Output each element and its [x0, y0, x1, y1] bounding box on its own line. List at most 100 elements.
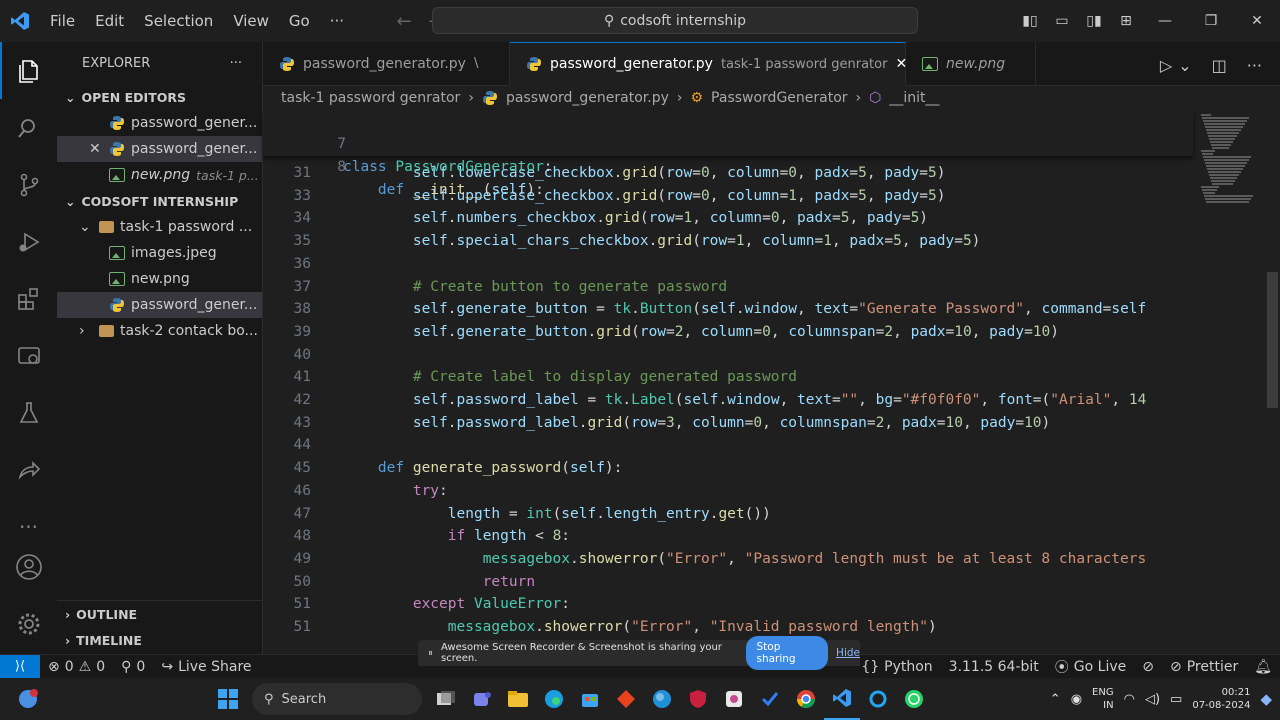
live-share-icon[interactable] — [0, 441, 57, 498]
open-editor-item-active[interactable]: ✕ password_gener... — [57, 136, 262, 162]
edge-dev-icon[interactable] — [644, 678, 680, 720]
python-interpreter[interactable]: 3.11.5 64-bit — [941, 659, 1047, 675]
live-share-button[interactable]: ↪ Live Share — [153, 659, 259, 675]
folder-item[interactable]: ⌄ task-1 password ... — [57, 214, 262, 240]
code-line[interactable]: 39 self.generate_button.grid(row=2, colu… — [263, 321, 1193, 344]
tab-password-generator-active[interactable]: password_generator.py task-1 password ge… — [510, 41, 907, 86]
editor-scrollbar[interactable] — [1265, 110, 1280, 654]
command-center-search[interactable]: ⚲ codsoft internship — [432, 7, 918, 34]
volume-icon[interactable]: ◁) — [1145, 692, 1160, 707]
explorer-more-icon[interactable]: ··· — [230, 56, 242, 71]
problems-indicator[interactable]: ⊗ 0 ⚠ 0 — [40, 659, 113, 675]
code-line[interactable]: 49 messagebox.showerror("Error", "Passwo… — [263, 548, 1193, 571]
sticky-line[interactable]: 8 def __init__(self): — [263, 133, 1193, 198]
extensions-icon[interactable] — [0, 270, 57, 327]
ports-indicator[interactable]: ⚲ 0 — [113, 659, 153, 675]
code-line[interactable]: 44 — [263, 434, 1193, 457]
copilot-icon[interactable]: ⊘ — [1134, 659, 1162, 675]
split-editor-icon[interactable]: ◫ — [1212, 56, 1227, 75]
timeline-section[interactable]: › TIMELINE — [57, 627, 263, 653]
app-shield-icon[interactable] — [680, 678, 716, 720]
run-python-icon[interactable]: ▷ — [1160, 56, 1172, 75]
menu-more[interactable]: ··· — [320, 0, 354, 42]
menu-view[interactable]: View — [223, 0, 279, 42]
outline-section[interactable]: › OUTLINE — [57, 601, 263, 627]
code-line[interactable]: 38 self.generate_button = tk.Button(self… — [263, 298, 1193, 321]
toggle-panel-icon[interactable]: ▭ — [1046, 13, 1078, 29]
breadcrumb-folder[interactable]: task-1 password genrator — [281, 90, 460, 106]
chrome-icon[interactable] — [788, 678, 824, 720]
remote-indicator-icon[interactable]: ⟩⟨ — [0, 654, 40, 679]
maximize-icon[interactable]: ❐ — [1188, 13, 1234, 29]
weather-widget-icon[interactable] — [0, 678, 56, 720]
code-line[interactable]: 37 # Create button to generate password — [263, 276, 1193, 299]
explorer-icon[interactable] — [0, 42, 57, 99]
tray-app-icon[interactable]: ◉ — [1071, 692, 1082, 707]
clock[interactable]: 00:21 07-08-2024 — [1192, 686, 1250, 712]
menu-file[interactable]: File — [40, 0, 85, 42]
battery-icon[interactable]: ▭ — [1170, 692, 1182, 707]
minimap[interactable] — [1193, 110, 1265, 654]
menu-edit[interactable]: Edit — [85, 0, 134, 42]
sticky-line[interactable]: 7 class PasswordGenerator: — [263, 110, 1193, 175]
code-line[interactable]: 45 def generate_password(self): — [263, 457, 1193, 480]
account-icon[interactable] — [0, 538, 57, 595]
code-line[interactable]: 41 # Create label to display generated p… — [263, 366, 1193, 389]
open-editor-item[interactable]: new.png task-1 p... — [57, 162, 262, 188]
menu-selection[interactable]: Selection — [134, 0, 223, 42]
teams-icon[interactable] — [464, 678, 500, 720]
code-line[interactable]: 36 — [263, 253, 1193, 276]
open-editor-item[interactable]: password_gener... — [57, 110, 262, 136]
open-editors-section[interactable]: ⌄ OPEN EDITORS — [57, 84, 262, 110]
whatsapp-icon[interactable] — [896, 678, 932, 720]
back-arrow-icon[interactable]: ← — [388, 11, 420, 32]
workspace-section[interactable]: ⌄ CODSOFT INTERNSHIP — [57, 188, 262, 214]
microsoft-store-icon[interactable] — [572, 678, 608, 720]
to-do-icon[interactable] — [752, 678, 788, 720]
run-debug-icon[interactable] — [0, 213, 57, 270]
breadcrumb-method[interactable]: __init__ — [889, 90, 939, 106]
more-actions-icon[interactable]: ··· — [1247, 56, 1262, 75]
file-item[interactable]: images.jpeg — [57, 240, 262, 266]
hide-link[interactable]: Hide — [836, 647, 860, 659]
chevron-down-icon[interactable]: ⌄ — [1178, 56, 1191, 75]
folder-item[interactable]: › task-2 contack bo... — [57, 318, 262, 344]
code-line[interactable]: 40 — [263, 344, 1193, 367]
windows-start-icon[interactable] — [210, 678, 246, 720]
edge-browser-icon[interactable] — [536, 678, 572, 720]
taskbar-search[interactable]: ⚲ Search — [252, 683, 422, 715]
minimize-icon[interactable]: — — [1142, 13, 1188, 29]
close-window-icon[interactable]: ✕ — [1234, 13, 1280, 29]
code-line[interactable]: 47 length = int(self.length_entry.get()) — [263, 503, 1193, 526]
task-view-icon[interactable] — [428, 678, 464, 720]
code-line[interactable]: 51 except ValueError: — [263, 593, 1193, 616]
app-red-diamond-icon[interactable] — [608, 678, 644, 720]
code-line[interactable]: 46 try: — [263, 480, 1193, 503]
testing-flask-icon[interactable] — [0, 384, 57, 441]
scrollbar-thumb[interactable] — [1267, 272, 1278, 408]
file-item[interactable]: new.png — [57, 266, 262, 292]
code-line[interactable]: 43 self.password_label.grid(row=3, colum… — [263, 412, 1193, 435]
cortana-ring-icon[interactable] — [860, 678, 896, 720]
code-line[interactable]: 42 self.password_label = tk.Label(self.w… — [263, 389, 1193, 412]
settings-gear-icon[interactable] — [0, 595, 57, 652]
snipping-tool-icon[interactable] — [716, 678, 752, 720]
breadcrumb-class[interactable]: PasswordGenerator — [711, 90, 848, 106]
notifications-bell-icon[interactable]: 🔔︎ — [1246, 659, 1280, 675]
remote-explorer-icon[interactable] — [0, 327, 57, 384]
vscode-taskbar-icon[interactable] — [824, 678, 860, 720]
code-line[interactable]: 34 self.numbers_checkbox.grid(row=1, col… — [263, 207, 1193, 230]
code-line[interactable]: 50 return — [263, 571, 1193, 594]
tab-new-png[interactable]: new.png — [906, 41, 1036, 86]
copilot-taskbar-icon[interactable]: ◆ — [1260, 690, 1272, 708]
code-line[interactable]: 51 messagebox.showerror("Error", "Invali… — [263, 616, 1193, 639]
source-control-icon[interactable] — [0, 156, 57, 213]
toggle-sidebar-icon[interactable]: ▮▯ — [1014, 13, 1046, 29]
prettier-button[interactable]: ⊘ Prettier — [1162, 659, 1246, 675]
menu-go[interactable]: Go — [279, 0, 320, 42]
file-item-selected[interactable]: password_gener... — [57, 292, 262, 318]
wifi-icon[interactable]: ◠ — [1124, 692, 1135, 707]
toggle-secondary-sidebar-icon[interactable]: ▯▮ — [1078, 13, 1110, 29]
file-explorer-icon[interactable] — [500, 678, 536, 720]
language-mode[interactable]: {} Python — [853, 659, 940, 675]
